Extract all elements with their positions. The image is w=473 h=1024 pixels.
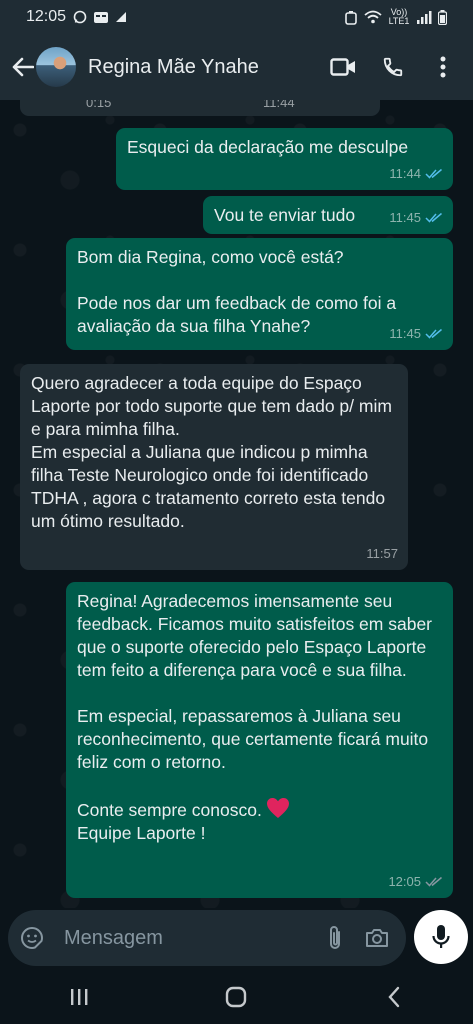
- attach-button[interactable]: [322, 925, 348, 951]
- video-camera-icon: [330, 58, 355, 76]
- kebab-menu-icon: [440, 56, 446, 78]
- sticker-button[interactable]: [18, 924, 46, 952]
- message-text: Quero agradecer a toda equipe do Espaço …: [31, 373, 392, 531]
- camera-button[interactable]: [364, 925, 390, 951]
- signal-notification-icon: [116, 12, 127, 22]
- message-meta: 12:05: [388, 870, 443, 893]
- battery-icon: [438, 9, 447, 25]
- system-nav-bar: [0, 970, 473, 1024]
- message-time: 11:57: [366, 546, 398, 561]
- read-ticks-icon: [425, 168, 442, 179]
- alarm-icon: [345, 10, 357, 25]
- contact-avatar[interactable]: [36, 47, 76, 87]
- message-meta: 11:57: [366, 542, 398, 565]
- delivered-ticks-icon: [425, 876, 442, 887]
- message-text-body: Regina! Agradecemos imensamente seu feed…: [77, 591, 433, 820]
- message-time: 11:44: [263, 100, 295, 110]
- voice-record-button[interactable]: [414, 910, 468, 964]
- sticker-icon: [21, 926, 44, 950]
- notification-icons: [73, 10, 127, 24]
- home-button[interactable]: [216, 977, 256, 1017]
- outgoing-message[interactable]: Regina! Agradecemos imensamente seu feed…: [66, 582, 453, 898]
- chat-area[interactable]: 0:15 11:44 Esqueci da declaração me desc…: [0, 100, 473, 908]
- phone-icon: [383, 57, 403, 77]
- network-label: Vo)) LTE1: [388, 7, 410, 26]
- back-button[interactable]: [8, 57, 38, 77]
- audio-duration: 0:15: [86, 100, 112, 110]
- message-meta: 11:44: [389, 162, 443, 185]
- message-time: 11:44: [389, 166, 421, 181]
- paperclip-icon: [330, 926, 340, 949]
- chevron-left-icon: [388, 986, 400, 1008]
- microphone-icon: [432, 925, 450, 948]
- message-text: Esqueci da declaração me desculpe: [127, 137, 409, 157]
- camera-icon: [366, 929, 388, 947]
- message-signature: Equipe Laporte !: [77, 823, 206, 843]
- audio-message-partial[interactable]: 0:15 11:44: [20, 100, 380, 116]
- outgoing-message[interactable]: Bom dia Regina, como você está? Pode nos…: [66, 238, 453, 350]
- contact-name[interactable]: Regina Mãe Ynahe: [88, 56, 329, 79]
- message-time: 11:45: [389, 210, 421, 225]
- home-icon: [226, 986, 247, 1008]
- back-arrow-icon: [12, 57, 34, 77]
- message-time: 12:05: [388, 874, 421, 889]
- cell-signal-icon: [417, 11, 432, 24]
- status-bar-left: 12:05: [26, 8, 127, 26]
- message-input-bar[interactable]: Mensagem: [8, 910, 406, 966]
- read-ticks-icon: [425, 212, 442, 223]
- wifi-icon: [364, 10, 382, 24]
- more-options-button[interactable]: [429, 53, 457, 81]
- status-bar-right: Vo)) LTE1: [344, 8, 447, 26]
- message-meta: 11:45: [389, 322, 443, 345]
- message-meta: 11:45: [389, 206, 443, 229]
- status-bar: 12:05 Vo)) LTE1: [0, 0, 473, 34]
- message-text: Regina! Agradecemos imensamente seu feed…: [77, 590, 442, 845]
- outgoing-message[interactable]: Esqueci da declaração me desculpe 11:44: [116, 128, 453, 190]
- message-time: 11:45: [389, 326, 421, 341]
- read-ticks-icon: [425, 328, 442, 339]
- message-input[interactable]: Mensagem: [64, 927, 322, 950]
- message-text: Bom dia Regina, como você está? Pode nos…: [77, 247, 397, 336]
- incoming-message[interactable]: Quero agradecer a toda equipe do Espaço …: [20, 364, 408, 570]
- red-heart-emoji: [266, 798, 289, 818]
- video-call-button[interactable]: [329, 53, 357, 81]
- chat-header: Regina Mãe Ynahe: [0, 34, 473, 100]
- voice-call-button[interactable]: [379, 53, 407, 81]
- outgoing-message[interactable]: Vou te enviar tudo 11:45: [203, 196, 453, 234]
- composer: Mensagem: [0, 908, 473, 970]
- recent-apps-icon: [70, 989, 88, 1005]
- back-nav-button[interactable]: [374, 977, 414, 1017]
- message-notification-icon: [94, 11, 109, 23]
- status-time: 12:05: [26, 8, 67, 25]
- whatsapp-notification-icon: [73, 10, 87, 24]
- recent-apps-button[interactable]: [59, 977, 99, 1017]
